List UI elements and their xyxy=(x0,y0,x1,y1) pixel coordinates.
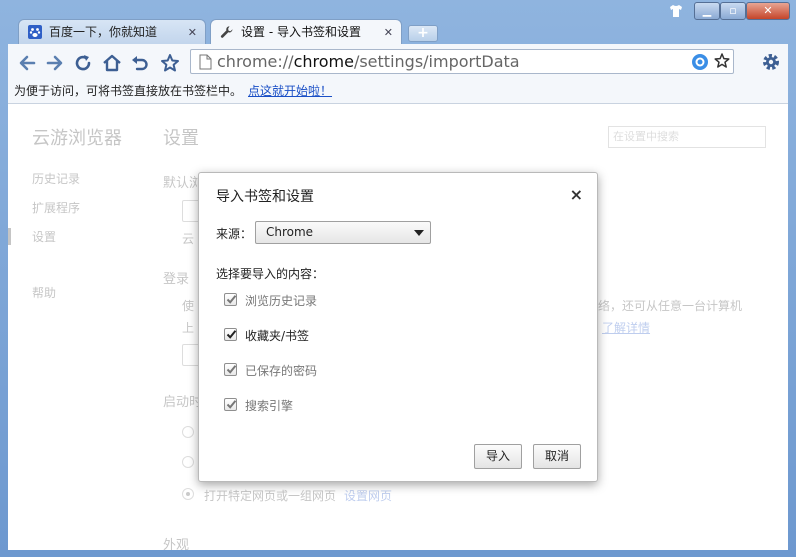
check-icon xyxy=(226,365,237,374)
close-tab-icon[interactable]: ✕ xyxy=(384,20,393,45)
url-text: chrome://chrome/settings/importData xyxy=(217,50,520,73)
address-bar[interactable]: chrome://chrome/settings/importData xyxy=(190,49,734,74)
brand-title: 云游浏览器 xyxy=(32,128,122,149)
sidebar-item-help[interactable]: 帮助 xyxy=(32,284,56,301)
cancel-button[interactable]: 取消 xyxy=(533,444,581,469)
new-tab-button[interactable]: + xyxy=(408,25,438,42)
passwords-label: 已保存的密码 xyxy=(245,364,318,378)
source-select[interactable]: Chrome xyxy=(255,221,431,244)
maximize-button[interactable]: ▫ xyxy=(720,2,746,20)
select-items-label: 选择要导入的内容： xyxy=(216,267,325,281)
login-desc-tail: 络，还可从任意一台计算机 xyxy=(598,299,743,313)
login-desc-1: 使 xyxy=(182,299,195,313)
import-dialog: 导入书签和设置 × 来源： Chrome 选择要导入的内容： 浏览历史记录 收藏… xyxy=(198,172,598,482)
history-label: 浏览历史记录 xyxy=(245,294,318,308)
browser-window: 百度一下，你就知道 ✕ 设置 - 导入书签和设置 ✕ + ▁ ▫ ✕ chrom… xyxy=(0,0,796,557)
bookmarks-label: 收藏夹/书签 xyxy=(245,329,310,343)
open-pages-label: 打开特定网页或一组网页 xyxy=(204,489,337,503)
bookmark-bar-message: 为便于访问，可将书签直接放在书签栏中。 xyxy=(14,84,243,98)
gear-icon[interactable] xyxy=(761,52,781,72)
search-engines-checkbox[interactable] xyxy=(224,398,237,411)
close-tab-icon[interactable]: ✕ xyxy=(188,20,197,45)
sidebar-item-settings[interactable]: 设置 xyxy=(8,228,56,245)
tab-label: 百度一下，你就知道 xyxy=(49,25,158,39)
section-appearance: 外观 xyxy=(163,538,190,550)
check-icon xyxy=(226,330,237,339)
sidebar-item-extensions[interactable]: 扩展程序 xyxy=(32,199,80,216)
back-icon[interactable] xyxy=(16,52,38,74)
section-default-browser: 默认浏 xyxy=(163,176,203,191)
chevron-down-icon xyxy=(414,230,424,236)
source-select-value: Chrome xyxy=(266,225,314,239)
wrench-icon xyxy=(220,26,233,38)
startup-radio-3[interactable] xyxy=(182,488,194,500)
bookmark-star-icon[interactable] xyxy=(713,52,731,70)
set-pages-link[interactable]: 设置网页 xyxy=(344,487,392,504)
dialog-title: 导入书签和设置 xyxy=(216,189,314,205)
check-icon xyxy=(226,400,237,409)
window-bottom-border xyxy=(0,550,796,557)
section-startup: 启动时 xyxy=(163,395,203,410)
minimize-button[interactable]: ▁ xyxy=(694,2,720,20)
bookmark-bar: 为便于访问，可将书签直接放在书签栏中。 点这就开始啦！ xyxy=(8,80,788,104)
url-path: /settings/importData xyxy=(353,52,520,71)
tab-settings-import[interactable]: 设置 - 导入书签和设置 ✕ xyxy=(210,19,402,44)
undo-icon[interactable] xyxy=(129,52,151,74)
close-window-button[interactable]: ✕ xyxy=(746,2,790,20)
home-icon[interactable] xyxy=(101,52,123,74)
tab-baidu[interactable]: 百度一下，你就知道 ✕ xyxy=(18,19,206,44)
tab-strip: 百度一下，你就知道 ✕ 设置 - 导入书签和设置 ✕ + ▁ ▫ ✕ xyxy=(0,0,796,44)
startup-radio-1[interactable] xyxy=(182,426,194,438)
paw-icon xyxy=(28,25,42,39)
bookmark-bar-link[interactable]: 点这就开始啦！ xyxy=(248,80,332,102)
url-scheme: chrome:// xyxy=(217,52,294,71)
history-checkbox[interactable] xyxy=(224,293,237,306)
bookmarks-checkbox[interactable] xyxy=(224,328,237,341)
toolbar: chrome://chrome/settings/importData xyxy=(8,44,788,80)
forward-icon[interactable] xyxy=(44,52,66,74)
page-icon xyxy=(199,54,212,70)
browser-logo-icon[interactable] xyxy=(691,53,709,71)
close-icon[interactable]: × xyxy=(570,185,583,204)
page-title: 设置 xyxy=(163,128,199,149)
sidebar-item-history[interactable]: 历史记录 xyxy=(32,170,80,187)
settings-search-input[interactable]: 在设置中搜索 xyxy=(608,126,766,148)
section-login: 登录 xyxy=(163,272,190,287)
url-host: chrome xyxy=(293,52,354,71)
learn-more-link[interactable]: 了解详情 xyxy=(602,319,650,336)
reload-icon[interactable] xyxy=(72,52,94,74)
source-label: 来源： xyxy=(216,227,253,241)
import-button[interactable]: 导入 xyxy=(474,444,522,469)
search-engines-label: 搜索引擎 xyxy=(245,399,294,413)
startup-radio-2[interactable] xyxy=(182,456,194,468)
passwords-checkbox[interactable] xyxy=(224,363,237,376)
star-bookmark-icon[interactable] xyxy=(159,52,181,74)
skin-icon[interactable] xyxy=(668,3,684,19)
check-icon xyxy=(226,295,237,304)
tab-label: 设置 - 导入书签和设置 xyxy=(241,25,361,39)
default-text: 云 xyxy=(182,232,195,246)
login-desc-2: 上 xyxy=(182,321,195,335)
